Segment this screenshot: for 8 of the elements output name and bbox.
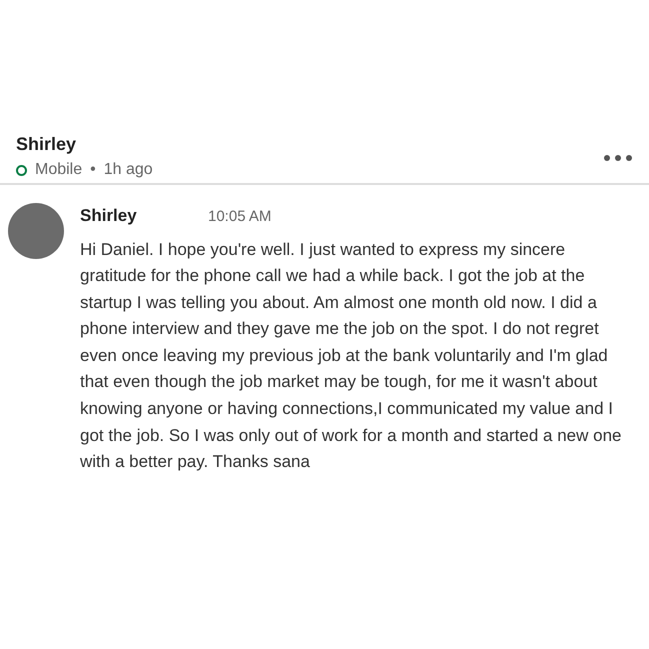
sender-name: Shirley	[80, 205, 138, 227]
presence-status: Mobile	[35, 160, 82, 180]
message-text: Hi Daniel. I hope you're well. I just wanted to express my sincere gratitude for the phone call we had a while back. I got the job at the startup I was telling you about. Am almost one month old now. I did a phone interview and they gave me the job on the spot. I do not regret even once leaving my previous job at the bank voluntarily and I'm glad that even though the job market may be tough, for me it wasn't about knowing anyone or having connections,I communicated my value and I got the job. So I was only out of work for a month and started a new one with a better pay. Thanks sana	[80, 238, 622, 474]
last-seen: 1h ago	[104, 160, 153, 180]
message-time: 10:05 AM	[208, 207, 272, 227]
presence-icon	[16, 164, 27, 176]
contact-name: Shirley	[16, 133, 78, 156]
separator: •	[90, 160, 96, 180]
